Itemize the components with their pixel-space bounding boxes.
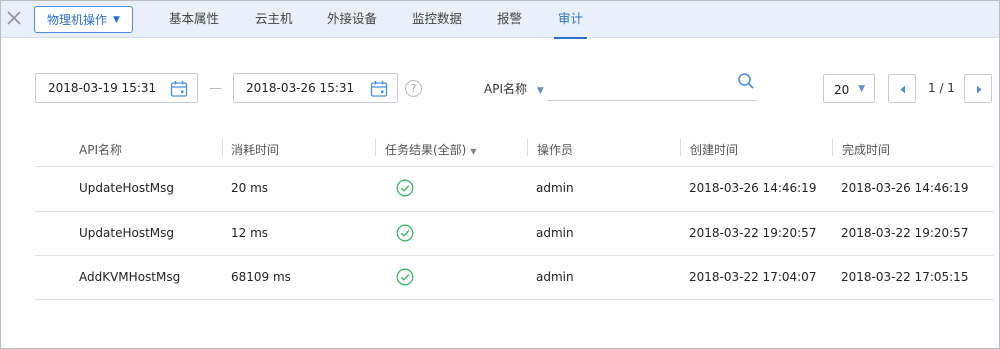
physical-host-actions-dropdown[interactable]: 物理机操作 ▼: [34, 6, 133, 33]
cell-api-name: UpdateHostMsg: [79, 226, 175, 240]
end-date-field[interactable]: 2018-03-26 15:31: [233, 73, 398, 103]
calendar-icon[interactable]: [369, 79, 389, 99]
tab-audit[interactable]: 审计: [553, 1, 588, 39]
column-divider: [375, 138, 376, 156]
next-page-button[interactable]: [964, 74, 992, 103]
check-circle-icon: [396, 179, 414, 197]
table-row[interactable]: AddKVMHostMsg 68109 ms admin 2018-03-22 …: [35, 256, 994, 300]
cell-created-time: 2018-03-26 14:46:19: [689, 181, 817, 195]
chevron-left-icon: [900, 85, 905, 94]
cell-finished-time: 2018-03-26 14:46:19: [841, 181, 969, 195]
page-size-value: 20: [834, 83, 850, 97]
column-divider: [527, 138, 528, 156]
cell-operator: admin: [536, 270, 574, 284]
search-field-label: API名称: [484, 82, 527, 96]
chevron-down-icon: ▼: [536, 86, 544, 96]
page-indicator: 1 / 1: [928, 81, 955, 95]
start-date-field[interactable]: 2018-03-19 15:31: [35, 73, 198, 103]
column-header-task-result-filter[interactable]: 任务结果(全部) ▼: [385, 141, 477, 158]
search-field-selector[interactable]: API名称 ▼: [484, 80, 544, 97]
cell-operator: admin: [536, 181, 574, 195]
prev-page-button[interactable]: [888, 74, 916, 103]
table-row[interactable]: UpdateHostMsg 20 ms admin 2018-03-26 14:…: [35, 167, 994, 211]
caret-down-icon: ▼: [470, 147, 477, 156]
chevron-down-icon: ▼: [858, 84, 865, 94]
column-header-finished-time[interactable]: 完成时间: [842, 141, 890, 158]
actions-dropdown-label: 物理机操作: [47, 13, 108, 27]
cell-finished-time: 2018-03-22 19:20:57: [841, 226, 969, 240]
cell-api-name: AddKVMHostMsg: [79, 270, 181, 284]
task-result-header-label: 任务结果(全部): [385, 143, 467, 157]
tab-external-devices[interactable]: 外接设备: [327, 1, 377, 38]
cell-duration: 12 ms: [231, 226, 269, 240]
help-icon[interactable]: ?: [405, 80, 422, 97]
column-header-duration[interactable]: 消耗时间: [231, 141, 279, 158]
chevron-down-icon: ▼: [113, 14, 120, 25]
cell-duration: 20 ms: [231, 181, 269, 195]
date-range-separator: [210, 88, 221, 89]
tab-basic-properties[interactable]: 基本属性: [169, 1, 219, 38]
calendar-icon[interactable]: [169, 79, 189, 99]
cell-api-name: UpdateHostMsg: [79, 181, 175, 195]
cell-duration: 68109 ms: [231, 270, 291, 284]
column-header-operator[interactable]: 操作员: [537, 141, 573, 158]
column-divider: [222, 138, 223, 156]
cell-created-time: 2018-03-22 19:20:57: [689, 226, 817, 240]
cell-created-time: 2018-03-22 17:04:07: [689, 270, 817, 284]
search-input[interactable]: [548, 71, 757, 101]
check-circle-icon: [396, 268, 414, 286]
column-header-api-name[interactable]: API名称: [79, 141, 122, 158]
table-divider: [35, 299, 994, 300]
table-row[interactable]: UpdateHostMsg 12 ms admin 2018-03-22 19:…: [35, 212, 994, 256]
check-circle-icon: [396, 224, 414, 242]
column-header-created-time[interactable]: 创建时间: [690, 141, 738, 158]
start-date-value: 2018-03-19 15:31: [48, 81, 157, 95]
cell-finished-time: 2018-03-22 17:05:15: [841, 270, 969, 284]
column-divider: [832, 138, 833, 156]
tab-alarms[interactable]: 报警: [497, 1, 522, 38]
end-date-value: 2018-03-26 15:31: [246, 81, 355, 95]
column-divider: [680, 138, 681, 156]
chevron-right-icon: [977, 85, 982, 94]
close-icon[interactable]: [5, 9, 23, 27]
tab-vm-instances[interactable]: 云主机: [255, 1, 293, 38]
search-icon[interactable]: [737, 72, 755, 90]
tab-monitoring-data[interactable]: 监控数据: [412, 1, 462, 38]
page-size-select[interactable]: 20 ▼: [823, 74, 875, 103]
cell-operator: admin: [536, 226, 574, 240]
audit-panel: 物理机操作 ▼ 基本属性 云主机 外接设备 监控数据 报警 审计 2018-03…: [0, 0, 1000, 349]
top-bar: 物理机操作 ▼ 基本属性 云主机 外接设备 监控数据 报警 审计: [1, 1, 999, 39]
